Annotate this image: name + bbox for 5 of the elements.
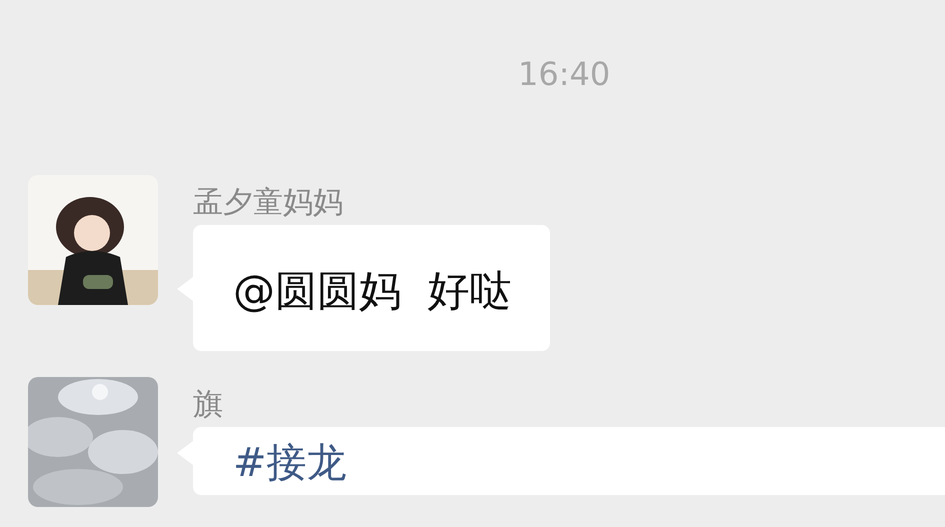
message-text: #接龙: [233, 440, 347, 486]
message-text: @圆圆妈 好哒: [233, 266, 512, 315]
sender-name: 旗: [193, 386, 224, 424]
timestamp: 16:40: [518, 54, 610, 95]
sender-name: 孟夕童妈妈: [193, 184, 344, 222]
